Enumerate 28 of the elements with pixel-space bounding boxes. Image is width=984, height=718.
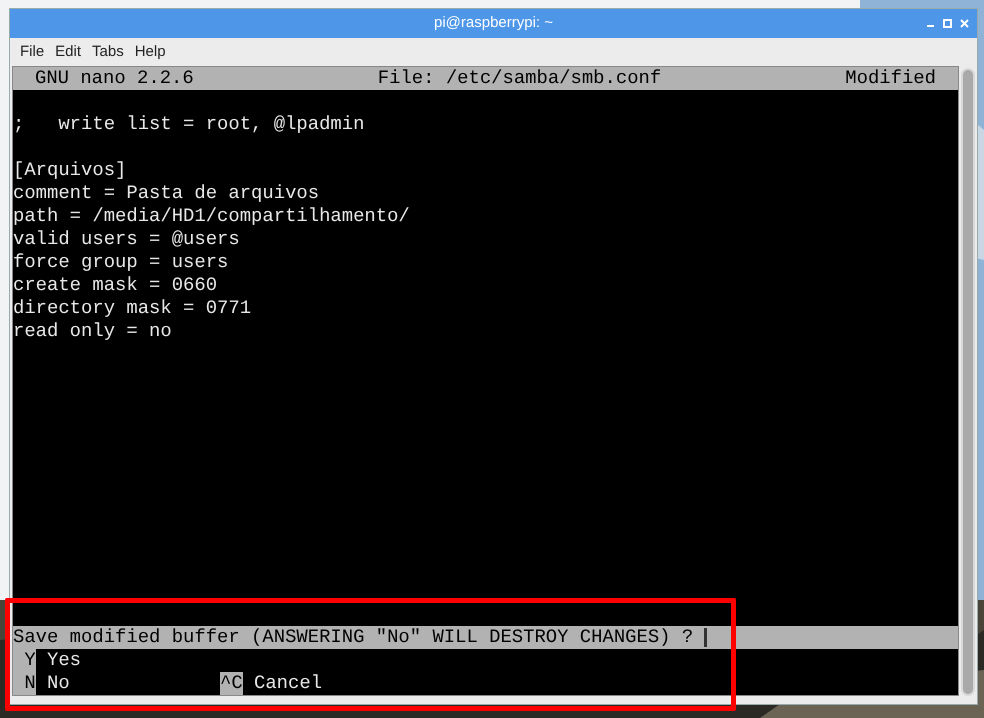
maximize-icon[interactable] (943, 19, 952, 28)
prompt-text: Save modified buffer (ANSWERING "No" WILL DESTROY CHANGES) ? (13, 626, 694, 649)
shortcut-key: ^C (220, 672, 243, 695)
menu-item[interactable]: Tabs (92, 40, 124, 64)
menu-item[interactable]: Edit (55, 40, 82, 64)
code-line: read only = no (13, 320, 172, 342)
code-line: ; write list = root, @lpadmin (13, 113, 364, 135)
code-line: comment = Pasta de arquivos (13, 182, 320, 204)
file-name: File: /etc/samba/smb.conf (378, 67, 662, 90)
shortcut-key: N (13, 672, 36, 695)
shortcut-label: No (46, 672, 70, 695)
code-line: valid users = @users (13, 228, 240, 250)
shortcut-label: Yes (46, 649, 82, 672)
scrollbar[interactable] (961, 68, 975, 696)
modified-status: Modified (845, 67, 936, 90)
close-icon[interactable] (960, 19, 969, 28)
menu-item[interactable]: Help (134, 40, 166, 64)
editor-version: GNU nano 2.2.6 (35, 67, 194, 90)
code-line: path = /media/HD1/compartilhamento/ (13, 205, 410, 227)
shortcut-label: Cancel (253, 672, 322, 695)
code-line: create mask = 0660 (13, 274, 218, 296)
code-line: [Arquivos] (13, 159, 126, 181)
text-cursor (704, 628, 708, 647)
window-title: pi@raspberrypi: ~ (434, 13, 554, 34)
shortcut-key: Y (13, 649, 36, 672)
menu-item[interactable]: File (20, 40, 44, 64)
code-line: force group = users (13, 251, 228, 273)
code-line: directory mask = 0771 (13, 297, 252, 319)
